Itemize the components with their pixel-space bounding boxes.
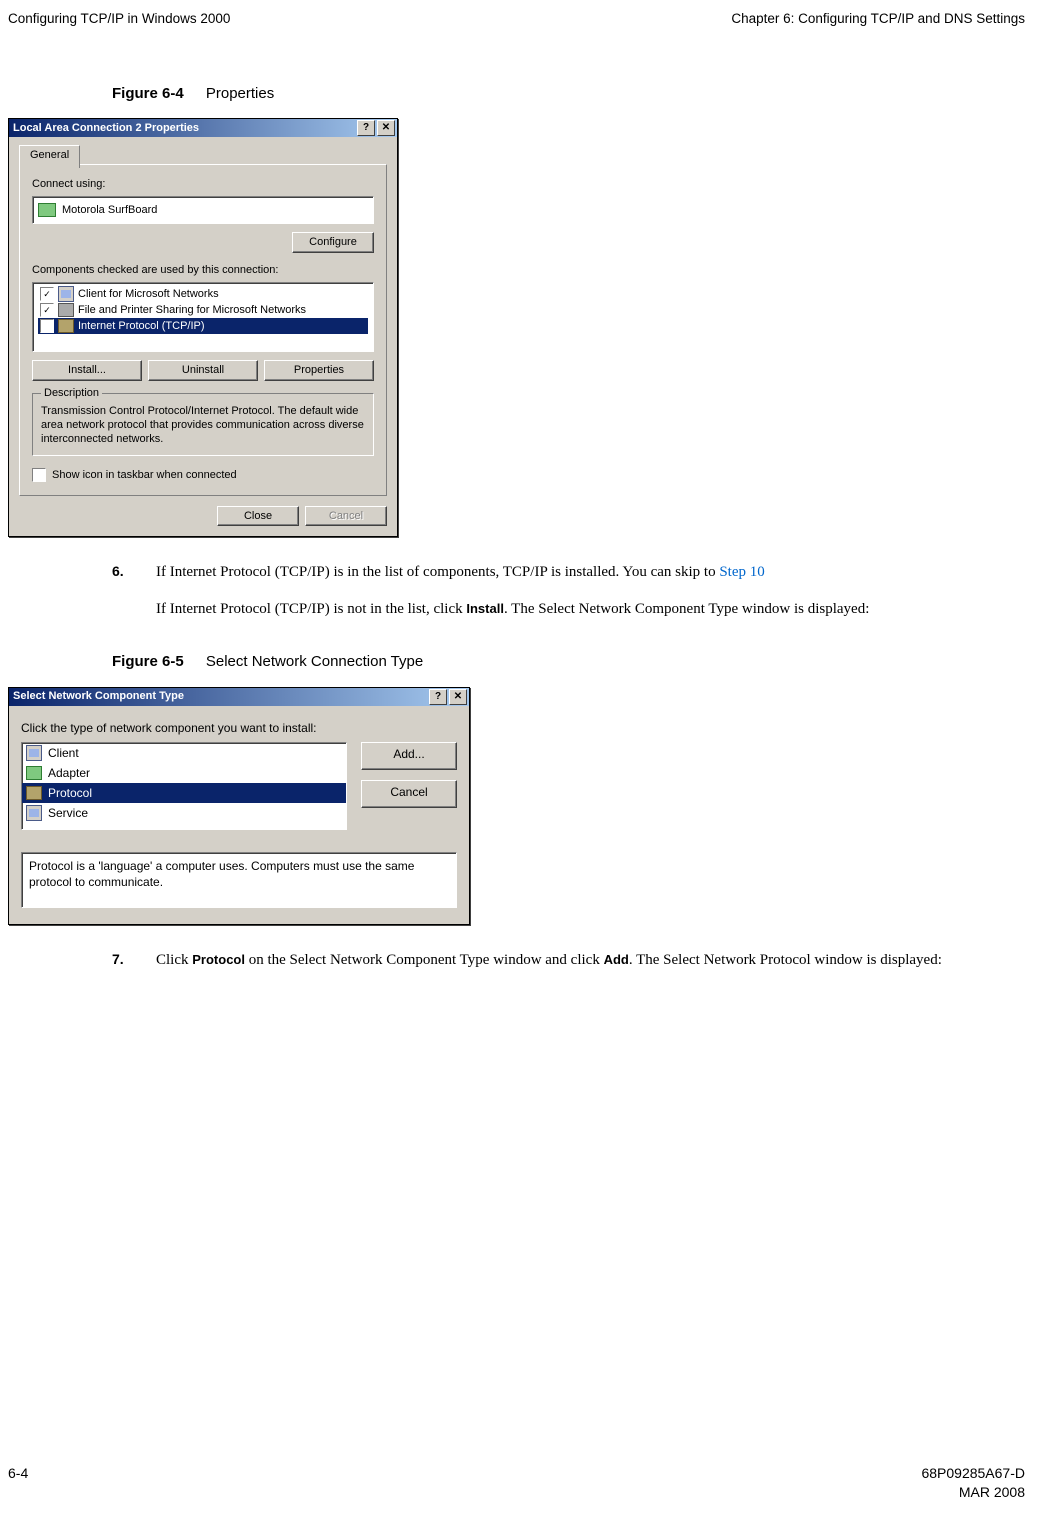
component-row[interactable]: ✓ File and Printer Sharing for Microsoft… — [38, 302, 368, 318]
dialog-title: Local Area Connection 2 Properties — [13, 121, 355, 136]
type-description: Protocol is a 'language' a computer uses… — [21, 852, 457, 908]
page-number: 6-4 — [8, 1464, 28, 1502]
type-label: Client — [48, 745, 79, 761]
adapter-field[interactable]: Motorola SurfBoard — [32, 196, 374, 224]
step-7: 7. Click Protocol on the Select Network … — [112, 949, 1025, 986]
step-text: Click — [156, 952, 192, 968]
service-icon — [26, 805, 42, 821]
checkbox-icon[interactable]: ✓ — [40, 319, 54, 333]
type-label: Adapter — [48, 765, 90, 781]
titlebar[interactable]: Select Network Component Type ? ✕ — [9, 688, 469, 706]
uninstall-button[interactable]: Uninstall — [148, 360, 258, 381]
prompt-label: Click the type of network component you … — [21, 720, 457, 736]
close-button[interactable]: ✕ — [449, 689, 467, 705]
cancel-dialog-button: Cancel — [305, 506, 387, 527]
connect-using-label: Connect using: — [32, 177, 374, 192]
step-10-link[interactable]: Step 10 — [719, 564, 764, 580]
cancel-button[interactable]: Cancel — [361, 780, 457, 808]
description-group: Description Transmission Control Protoco… — [32, 393, 374, 456]
running-head-right: Chapter 6: Configuring TCP/IP and DNS Se… — [731, 10, 1025, 28]
figure-number: Figure 6-5 — [112, 653, 184, 670]
type-row-service[interactable]: Service — [22, 803, 346, 823]
close-button[interactable]: ✕ — [377, 120, 395, 136]
client-icon — [26, 745, 42, 761]
select-component-type-dialog: Select Network Component Type ? ✕ Click … — [8, 687, 470, 925]
components-list[interactable]: ✓ Client for Microsoft Networks ✓ File a… — [32, 282, 374, 352]
component-row[interactable]: ✓ Internet Protocol (TCP/IP) — [38, 318, 368, 334]
figure-title: Select Network Connection Type — [206, 653, 423, 670]
step-number: 6. — [112, 561, 134, 634]
component-label: File and Printer Sharing for Microsoft N… — [78, 303, 306, 318]
dialog-title: Select Network Component Type — [13, 689, 427, 704]
figure-title: Properties — [206, 85, 274, 102]
add-button[interactable]: Add... — [361, 742, 457, 770]
tab-panel: Connect using: Motorola SurfBoard Config… — [19, 164, 387, 495]
protocol-icon — [26, 786, 42, 800]
step-text: on the Select Network Component Type win… — [245, 952, 604, 968]
type-label: Protocol — [48, 785, 92, 801]
help-button[interactable]: ? — [357, 120, 375, 136]
client-icon — [58, 286, 74, 302]
components-label: Components checked are used by this conn… — [32, 263, 374, 278]
component-label: Client for Microsoft Networks — [78, 287, 219, 302]
step-text: If Internet Protocol (TCP/IP) is not in … — [156, 601, 466, 617]
checkbox-icon[interactable]: ✓ — [40, 287, 54, 301]
nic-icon — [38, 203, 56, 217]
adapter-icon — [26, 766, 42, 780]
show-icon-row[interactable]: Show icon in taskbar when connected — [32, 468, 374, 483]
protocol-bold: Protocol — [192, 952, 245, 967]
description-legend: Description — [41, 386, 102, 401]
add-bold: Add — [604, 952, 629, 967]
type-row-client[interactable]: Client — [22, 743, 346, 763]
step-text: . The Select Network Protocol window is … — [629, 952, 942, 968]
doc-number: 68P09285A67-D — [921, 1465, 1025, 1481]
type-label: Service — [48, 805, 88, 821]
show-icon-label: Show icon in taskbar when connected — [52, 468, 237, 483]
step-text: If Internet Protocol (TCP/IP) is in the … — [156, 564, 719, 580]
type-row-adapter[interactable]: Adapter — [22, 763, 346, 783]
component-type-list[interactable]: Client Adapter Protocol Service — [21, 742, 347, 830]
configure-button[interactable]: Configure — [292, 232, 374, 253]
checkbox-icon[interactable]: ✓ — [40, 303, 54, 317]
step-number: 7. — [112, 949, 134, 986]
close-dialog-button[interactable]: Close — [217, 506, 299, 527]
help-button[interactable]: ? — [429, 689, 447, 705]
type-row-protocol[interactable]: Protocol — [22, 783, 346, 803]
checkbox-icon[interactable] — [32, 468, 46, 482]
install-button[interactable]: Install... — [32, 360, 142, 381]
tab-strip: General — [19, 145, 387, 165]
tab-general[interactable]: General — [19, 145, 80, 168]
lan-properties-dialog: Local Area Connection 2 Properties ? ✕ G… — [8, 118, 398, 537]
running-head-left: Configuring TCP/IP in Windows 2000 — [8, 10, 230, 28]
figure-number: Figure 6-4 — [112, 85, 184, 102]
step-6: 6. If Internet Protocol (TCP/IP) is in t… — [112, 561, 1025, 634]
figure-6-4-caption: Figure 6-4 Properties — [112, 84, 1025, 104]
printer-icon — [58, 303, 74, 317]
figure-6-5-caption: Figure 6-5 Select Network Connection Typ… — [112, 652, 1025, 672]
step-text: . The Select Network Component Type wind… — [504, 601, 869, 617]
protocol-icon — [58, 319, 74, 333]
properties-button[interactable]: Properties — [264, 360, 374, 381]
description-text: Transmission Control Protocol/Internet P… — [41, 404, 365, 447]
install-bold: Install — [466, 601, 504, 616]
doc-date: MAR 2008 — [959, 1484, 1025, 1500]
running-heads: Configuring TCP/IP in Windows 2000 Chapt… — [8, 10, 1025, 28]
component-label: Internet Protocol (TCP/IP) — [78, 319, 205, 334]
page-footer: 6-4 68P09285A67-D MAR 2008 — [8, 1464, 1025, 1502]
adapter-name: Motorola SurfBoard — [62, 203, 157, 218]
component-row[interactable]: ✓ Client for Microsoft Networks — [38, 286, 368, 302]
titlebar[interactable]: Local Area Connection 2 Properties ? ✕ — [9, 119, 397, 137]
